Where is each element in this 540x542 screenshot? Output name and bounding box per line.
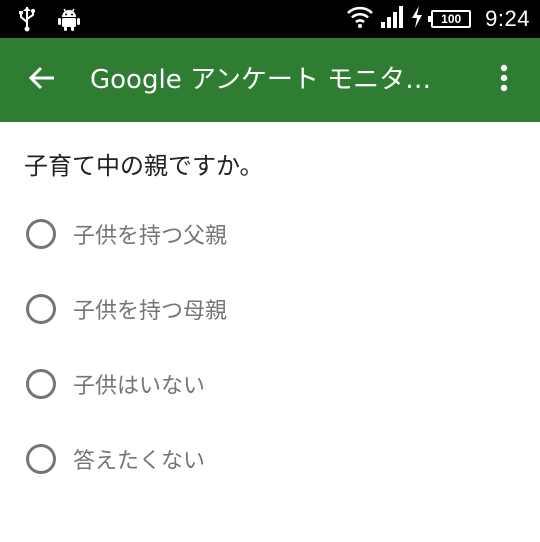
option-label: 子供を持つ母親 <box>73 298 228 324</box>
option-label: 子供を持つ父親 <box>73 223 228 249</box>
radio-button[interactable] <box>26 443 56 474</box>
notification-icons <box>18 6 80 36</box>
arrow-back-icon <box>28 64 56 96</box>
app-bar: Google アンケート モニタ… <box>0 38 540 122</box>
clock: 9:24 <box>485 6 530 31</box>
radio-button[interactable] <box>26 218 56 249</box>
usb-icon <box>18 6 36 36</box>
option-no-children[interactable]: 子供はいない <box>0 346 540 421</box>
wifi-icon <box>347 5 374 33</box>
battery-icon: 100 <box>428 10 472 28</box>
system-icons: 100 9:24 <box>347 0 530 38</box>
status-bar: 100 9:24 <box>0 0 540 38</box>
answer-options: 子供を持つ父親 子供を持つ母親 子供はいない 答えたくない <box>0 196 540 496</box>
option-label: 答えたくない <box>73 448 206 474</box>
more-vert-icon <box>500 64 508 96</box>
radio-button[interactable] <box>26 293 56 324</box>
question-text: 子育て中の親ですか。 <box>24 152 264 180</box>
battery-level: 100 <box>441 12 462 26</box>
option-mother[interactable]: 子供を持つ母親 <box>0 271 540 346</box>
android-icon <box>58 7 80 35</box>
option-label: 子供はいない <box>73 373 206 399</box>
back-button[interactable] <box>14 52 70 108</box>
app-title: Google アンケート モニタ… <box>90 65 432 95</box>
option-prefer-not-to-say[interactable]: 答えたくない <box>0 421 540 496</box>
overflow-menu-button[interactable] <box>482 52 526 108</box>
charging-icon <box>411 6 423 32</box>
option-father[interactable]: 子供を持つ父親 <box>0 196 540 271</box>
radio-button[interactable] <box>26 368 56 399</box>
signal-icon <box>381 6 404 32</box>
